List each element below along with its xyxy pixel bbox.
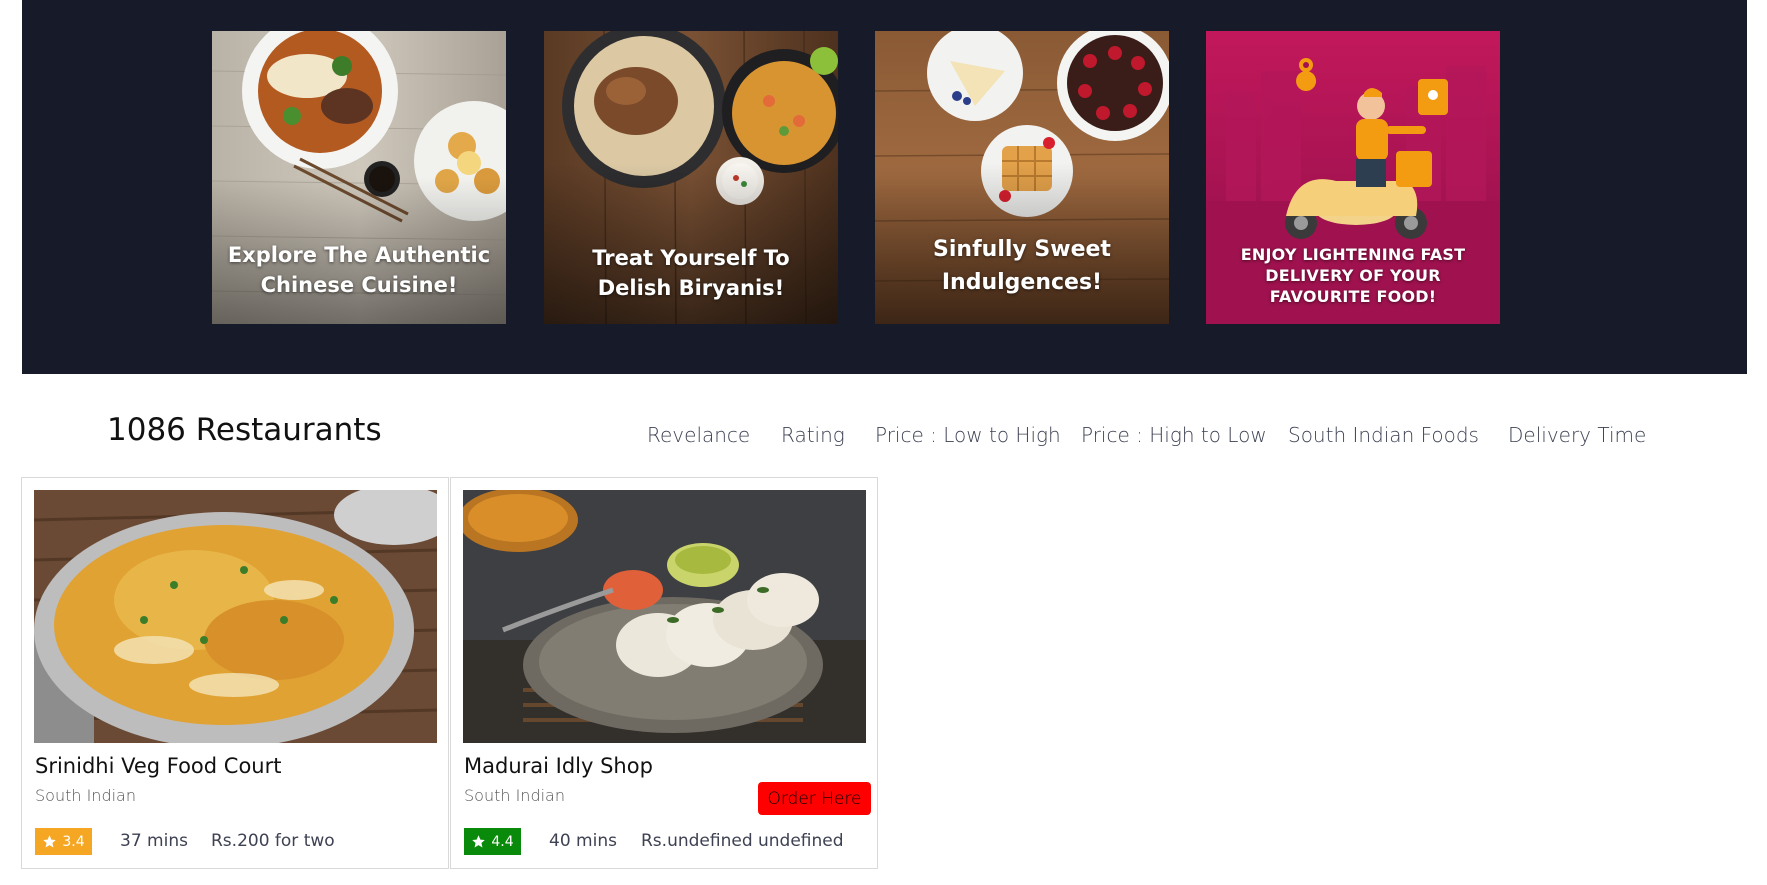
restaurant-card[interactable]: Srinidhi Veg Food Court South Indian 3.4… bbox=[21, 477, 449, 869]
cost-for-two: Rs.undefined undefined bbox=[641, 831, 844, 851]
star-icon bbox=[472, 835, 486, 848]
rating-value: 4.4 bbox=[491, 833, 514, 850]
restaurant-cuisine: South Indian bbox=[464, 786, 565, 805]
restaurant-card[interactable]: Madurai Idly Shop South Indian Order Her… bbox=[450, 477, 878, 869]
rating-badge: 4.4 bbox=[464, 828, 521, 855]
restaurant-photo bbox=[34, 490, 437, 743]
delivery-time: 37 mins bbox=[120, 831, 188, 851]
restaurant-cuisine: South Indian bbox=[35, 786, 136, 805]
restaurant-name: Madurai Idly Shop bbox=[464, 754, 653, 778]
offer-caption: ENJOY LIGHTENING FAST DELIVERY OF YOUR F… bbox=[1240, 245, 1466, 306]
offer-card-delivery[interactable]: ENJOY LIGHTENING FAST DELIVERY OF YOUR F… bbox=[1206, 31, 1500, 324]
sort-relevance[interactable]: Revelance bbox=[647, 423, 750, 447]
restaurant-count: 1086 Restaurants bbox=[107, 412, 382, 448]
offer-caption: Explore The Authentic Chinese Cuisine! bbox=[227, 243, 491, 297]
sort-rating[interactable]: Rating bbox=[781, 423, 845, 447]
offer-card-biryani[interactable]: Treat Yourself To Delish Biryanis! bbox=[544, 31, 838, 324]
offer-card-desserts[interactable]: Sinfully Sweet Indulgences! bbox=[875, 31, 1169, 324]
offer-caption: Sinfully Sweet Indulgences! bbox=[933, 237, 1111, 295]
restaurant-name: Srinidhi Veg Food Court bbox=[35, 754, 282, 778]
star-icon bbox=[43, 835, 57, 848]
delivery-time: 40 mins bbox=[549, 831, 617, 851]
sort-price-high-low[interactable]: Price : High to Low bbox=[1081, 423, 1267, 447]
sort-delivery-time[interactable]: Delivery Time bbox=[1508, 423, 1646, 447]
rating-badge: 3.4 bbox=[35, 828, 92, 855]
rating-value: 3.4 bbox=[62, 833, 85, 850]
sort-price-low-high[interactable]: Price : Low to High bbox=[875, 423, 1061, 447]
offer-caption: Treat Yourself To Delish Biryanis! bbox=[592, 246, 790, 300]
offer-card-chinese[interactable]: Explore The Authentic Chinese Cuisine! bbox=[212, 31, 506, 324]
restaurant-photo bbox=[463, 490, 866, 743]
order-here-button[interactable]: Order Here bbox=[758, 782, 871, 815]
sort-south-indian[interactable]: South Indian Foods bbox=[1288, 423, 1479, 447]
cost-for-two: Rs.200 for two bbox=[211, 831, 335, 851]
